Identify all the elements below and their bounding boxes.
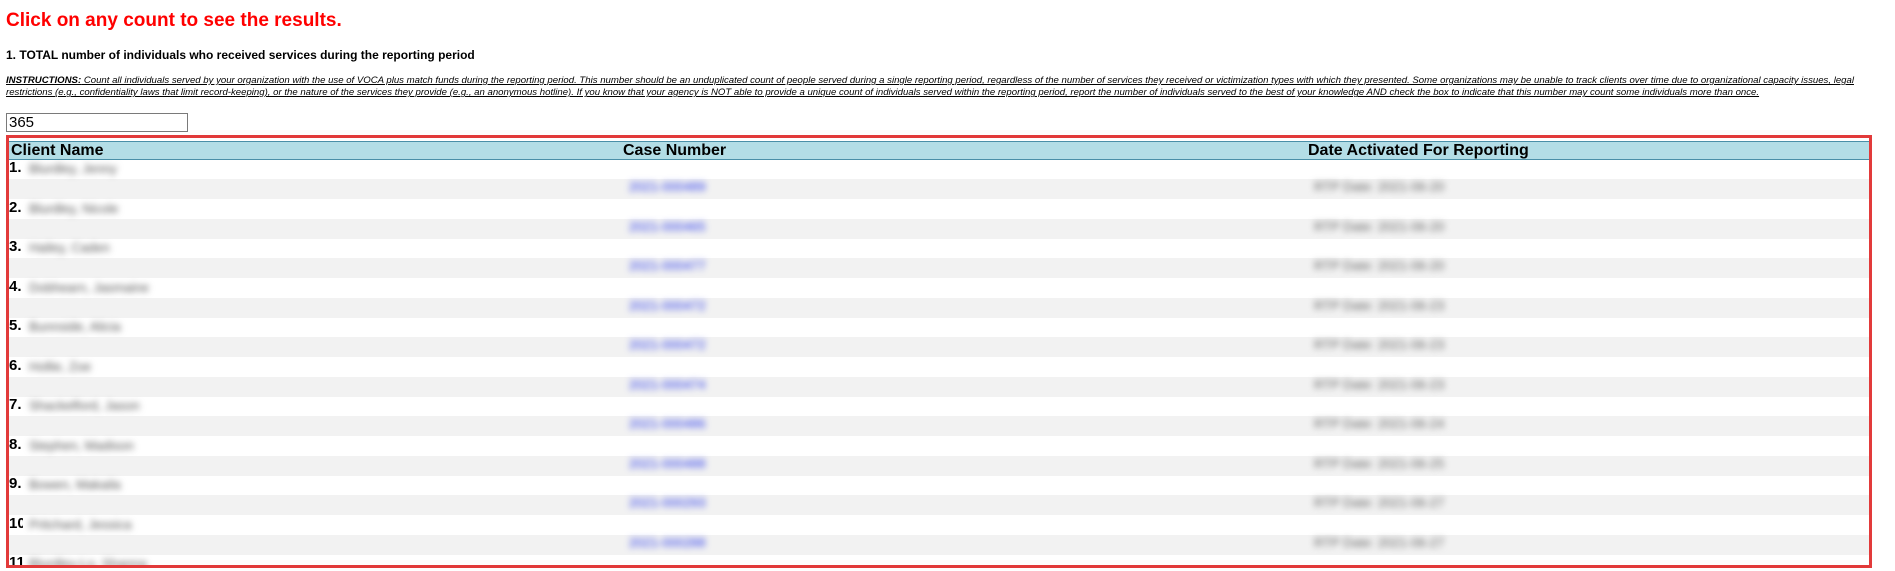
- case-number-link[interactable]: 2021-000489: [629, 179, 706, 194]
- client-name-cell: Bunnside, Alicia: [29, 319, 121, 334]
- page-headline: Click on any count to see the results.: [6, 10, 342, 31]
- row-number: 8.: [9, 435, 22, 453]
- instructions-body: Count all individuals served by your org…: [6, 75, 1854, 99]
- table-header: Client Name Case Number Date Activated F…: [9, 141, 1869, 160]
- date-activated-cell: RTP Date: 2021-06-20: [1314, 258, 1445, 273]
- row-number: 7.: [9, 396, 22, 413]
- row-number: 3.: [9, 238, 22, 255]
- table-row: 7. Shackelford, Jason 2021-000486 RTP Date:…: [9, 396, 1869, 436]
- case-number-link[interactable]: 2021-000472: [629, 337, 706, 352]
- date-activated-cell: RTP Date: 2021-06-24: [1314, 416, 1445, 431]
- case-number-link[interactable]: 2021-000288: [629, 535, 706, 550]
- date-activated-cell: RTP Date: 2021-06-25: [1314, 455, 1445, 471]
- header-client-name: Client Name: [11, 142, 104, 159]
- date-activated-cell: RTP Date: 2021-06-23: [1314, 376, 1445, 392]
- row-number: 5.: [9, 317, 22, 334]
- row-number: 10.: [9, 514, 23, 532]
- date-activated-cell: RTP Date: 2021-06-27: [1314, 534, 1445, 550]
- date-activated-cell: RTP Date: 2021-06-20: [1314, 218, 1445, 234]
- client-name-cell: Blurdley-Lo, Shanna: [29, 556, 147, 568]
- instructions-label: INSTRUCTIONS:: [6, 75, 82, 86]
- case-number-link[interactable]: 2021-000474: [629, 377, 706, 392]
- date-activated-cell: RTP Date: 2021-06-23: [1314, 337, 1445, 352]
- count-field[interactable]: 365: [6, 113, 188, 132]
- client-name-cell: Hollie, Zoe: [29, 358, 92, 374]
- table-row: 10. Pritchard, Jessica 2021-000288 RTP Date…: [9, 515, 1869, 555]
- client-name-cell: Hailey, Caden: [29, 240, 110, 255]
- table-row: 9. Bowen, Makaila 2021-000293 RTP Date: 202…: [9, 475, 1869, 515]
- date-activated-cell: RTP Date: 2021-06-23: [1314, 297, 1445, 313]
- question-title: 1. TOTAL number of individuals who recei…: [6, 48, 475, 62]
- client-name-cell: Bowen, Makaila: [29, 477, 121, 492]
- case-number-link[interactable]: 2021-000465: [629, 219, 706, 234]
- instructions-text: INSTRUCTIONS: Count all individuals serv…: [6, 75, 1876, 99]
- table-row: 5. Bunnside, Alicia 2021-000472 RTP Date: 2…: [9, 317, 1869, 357]
- row-number: 1.: [9, 159, 22, 176]
- client-name-cell: Blurdley, Jenny: [29, 161, 117, 176]
- table-row: 4. Dobhearn, Jasmaine 2021-000472 RTP Date:…: [9, 278, 1869, 318]
- row-number: 11.: [9, 554, 23, 568]
- case-number-link[interactable]: 2021-000293: [629, 495, 706, 510]
- case-number-link[interactable]: 2021-000472: [629, 298, 706, 313]
- results-table: Client Name Case Number Date Activated F…: [6, 135, 1872, 568]
- table-row: 6. Hollie, Zoe 2021-000474 RTP Date: 2021-0…: [9, 357, 1869, 397]
- row-number: 2.: [9, 198, 22, 216]
- row-number: 4.: [9, 277, 22, 295]
- table-row: 2. Blurdley, Nicole 2021-000465 RTP Date: 2…: [9, 199, 1869, 239]
- case-number-link[interactable]: 2021-000488: [629, 456, 706, 471]
- client-name-cell: Blurdley, Nicole: [29, 200, 119, 216]
- case-number-link[interactable]: 2021-000486: [629, 416, 706, 431]
- header-case-number: Case Number: [623, 142, 727, 159]
- client-name-cell: Stephen, Madison: [29, 437, 134, 453]
- client-name-cell: Shackelford, Jason: [29, 398, 140, 413]
- date-activated-cell: RTP Date: 2021-06-20: [1314, 179, 1445, 194]
- table-row: 11.Blurdley-Lo, Shanna2021-000291RTP Dat…: [9, 554, 1869, 568]
- date-activated-cell: RTP Date: 2021-06-27: [1314, 495, 1445, 510]
- table-row: 1. Blurdley, Jenny 2021-000489 RTP Date: 20…: [9, 159, 1869, 199]
- table-row: 3. Hailey, Caden 2021-000477 RTP Date: 2021…: [9, 238, 1869, 278]
- client-name-cell: Pritchard, Jessica: [29, 516, 132, 532]
- client-name-cell: Dobhearn, Jasmaine: [29, 279, 149, 295]
- table-row: 8. Stephen, Madison 2021-000488 RTP Date: 2…: [9, 436, 1869, 476]
- header-date-activated: Date Activated For Reporting: [1308, 142, 1529, 159]
- row-number: 9.: [9, 475, 22, 492]
- case-number-link[interactable]: 2021-000477: [629, 258, 706, 273]
- row-number: 6.: [9, 356, 22, 374]
